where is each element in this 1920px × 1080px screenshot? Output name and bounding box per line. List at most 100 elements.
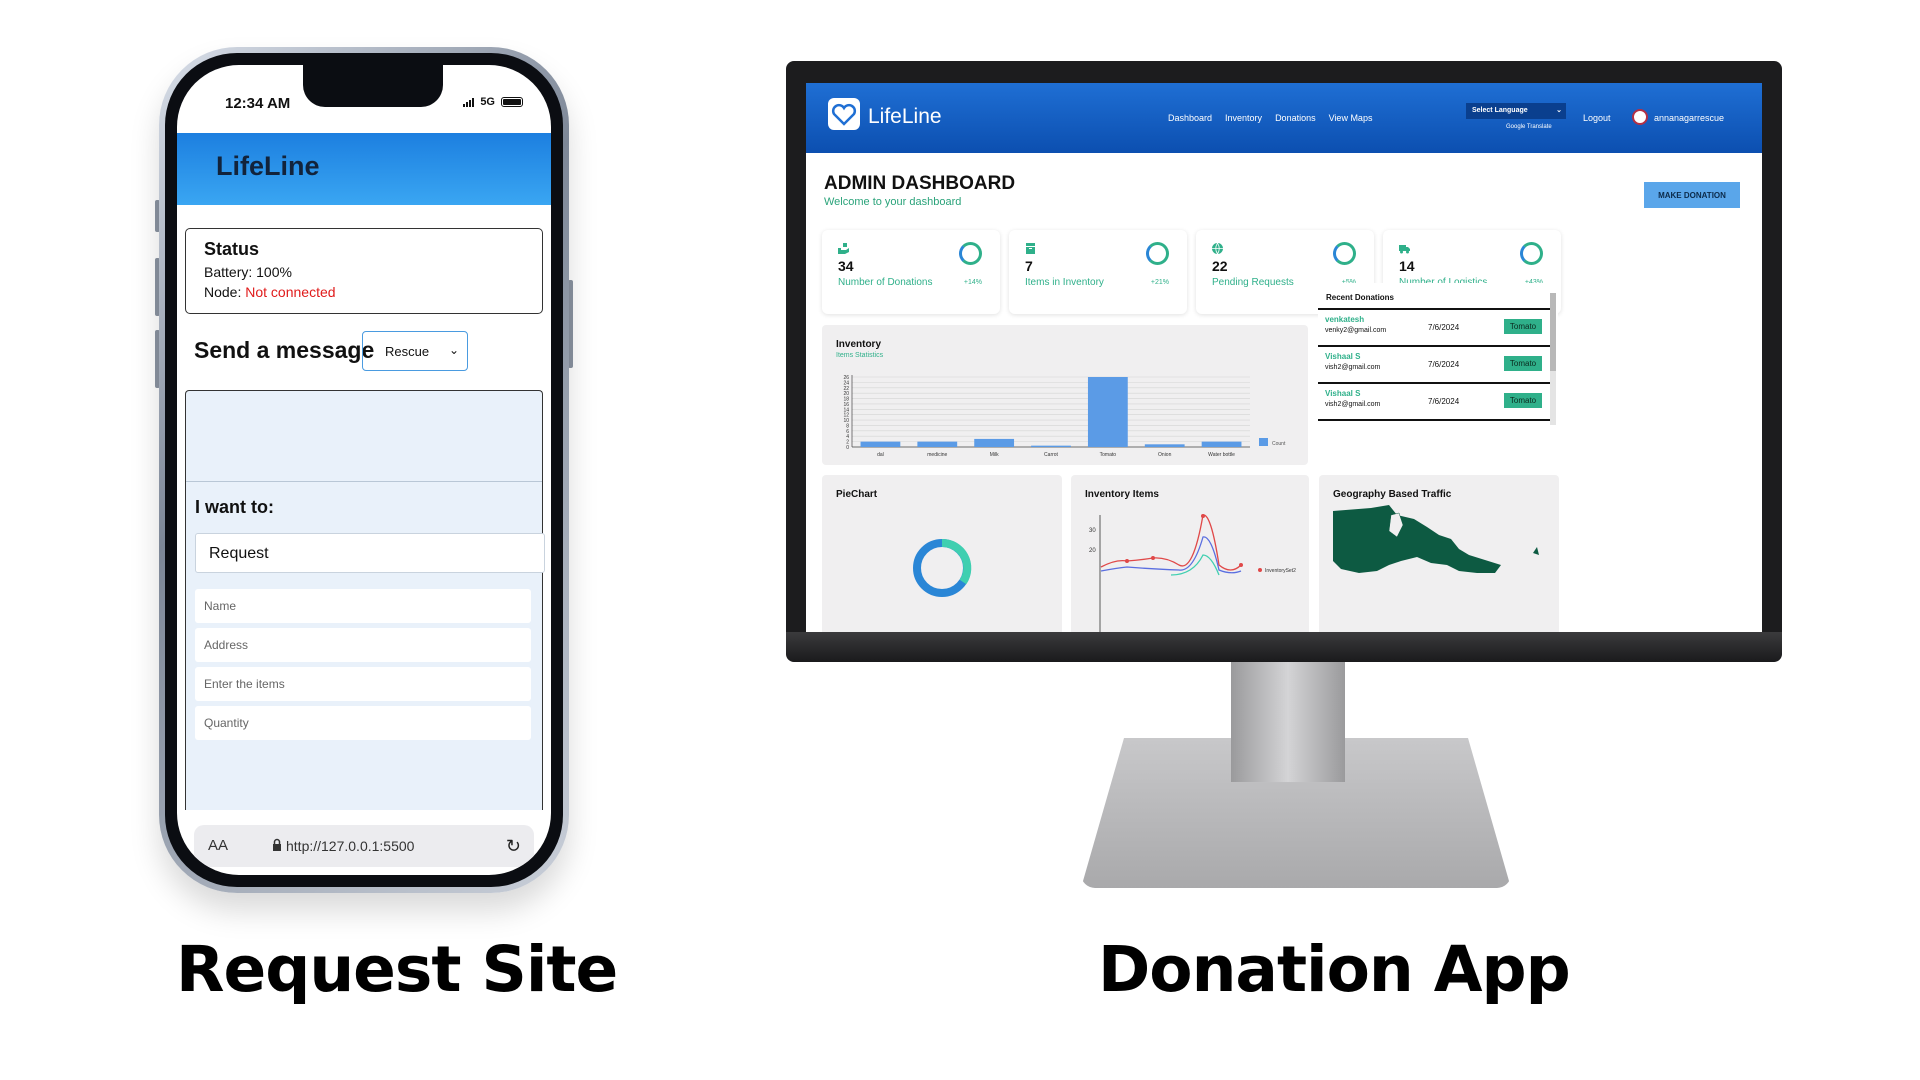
donation-date: 7/6/2024 [1428, 397, 1460, 406]
browser-url-bar[interactable]: AA http://127.0.0.1:5500 ↻ [194, 825, 534, 867]
line-series-blue [1100, 536, 1242, 574]
phone-frame: 12:34 AM 5G LifeLine Status Battery: 100… [159, 47, 569, 893]
y-tick-label: 2 [846, 440, 849, 446]
url-text: http://127.0.0.1:5500 [286, 838, 415, 854]
status-bar-indicators: 5G [463, 96, 523, 108]
x-tick-label: dal [877, 452, 884, 458]
progress-ring [1333, 242, 1356, 265]
y-tick-label: 4 [846, 434, 849, 440]
make-donation-button[interactable]: MAKE DONATION [1644, 182, 1740, 208]
heart-icon [828, 98, 860, 130]
bar-carrot [1031, 445, 1071, 447]
donor-email: venky2@gmail.com [1325, 327, 1387, 334]
nav-view-maps[interactable]: View Maps [1329, 113, 1373, 123]
x-tick-label: Tomato [1100, 452, 1117, 458]
network-label: 5G [480, 96, 495, 108]
inventory-line-chart: 30 20 InventorySet2 [1089, 514, 1296, 632]
y-tick-label: 18 [843, 397, 849, 403]
status-card: Status Battery: 100% Node: Not connected [185, 228, 543, 314]
form-divider [186, 481, 542, 482]
table-row[interactable]: venkatesh venky2@gmail.com 7/6/2024 Toma… [1318, 308, 1550, 345]
status-title: Status [204, 239, 260, 259]
table-row[interactable]: Vishaal S vish2@gmail.com 7/6/2024 Tomat… [1318, 382, 1550, 419]
stat-label: Items in Inventory [1025, 277, 1104, 288]
legend-label: InventorySet2 [1265, 568, 1296, 574]
y-tick-label: 8 [846, 423, 849, 429]
geography-panel: Geography Based Traffic [1319, 475, 1559, 632]
stat-label: Pending Requests [1212, 277, 1294, 288]
phone-notch [303, 65, 443, 107]
map-region [1333, 505, 1501, 573]
dashboard-navbar: LifeLine Dashboard Inventory Donations V… [806, 83, 1762, 153]
stage: 12:34 AM 5G LifeLine Status Battery: 100… [0, 0, 1920, 1080]
progress-ring [959, 242, 982, 265]
line-series-red [1100, 514, 1242, 571]
request-form: I want to: Request Name Address Enter th… [185, 390, 545, 810]
stat-label: Number of Donations [838, 277, 933, 288]
lock-icon [273, 838, 281, 851]
name-input[interactable]: Name [195, 589, 531, 623]
progress-ring [1146, 242, 1169, 265]
legend-swatch [1259, 438, 1268, 446]
x-tick-label: medicine [927, 452, 947, 458]
y-tick-label: 20 [1089, 548, 1096, 554]
truck-icon [1399, 245, 1410, 254]
dashboard-logo[interactable]: LifeLine [868, 105, 942, 129]
inventory-chart-panel: Inventory Items Statistics 0 2 4 6 8 10 12 14 16… [822, 325, 1308, 465]
dashboard-screen: LifeLine Dashboard Inventory Donations V… [806, 83, 1762, 632]
node-value: Not connected [245, 284, 336, 300]
progress-ring [1520, 242, 1543, 265]
item-badge: Tomato [1504, 356, 1542, 371]
battery-status: Battery: 100% [204, 264, 292, 280]
recent-donations-scrollbar[interactable] [1550, 293, 1556, 425]
nav-inventory[interactable]: Inventory [1225, 113, 1262, 123]
y-tick-label: 12 [843, 413, 849, 419]
globe-icon [1212, 243, 1223, 254]
recent-donations-title: Recent Donations [1326, 293, 1395, 302]
quantity-input[interactable]: Quantity [195, 706, 531, 740]
chevron-down-icon: ⌄ [448, 343, 459, 357]
send-message-title: Send a message [194, 337, 375, 363]
stat-value: 14 [1399, 258, 1415, 274]
request-type-select[interactable]: Request [195, 533, 545, 573]
app-title: LifeLine [216, 151, 320, 181]
page-subtitle: Welcome to your dashboard [824, 196, 962, 208]
text-size-button[interactable]: AA [208, 837, 228, 854]
y-tick-label: 20 [843, 391, 849, 397]
avatar[interactable] [1632, 109, 1648, 125]
nav-dashboard[interactable]: Dashboard [1168, 113, 1212, 123]
phone-screen: 12:34 AM 5G LifeLine Status Battery: 100… [177, 65, 551, 875]
donor-name: venkatesh [1325, 315, 1365, 324]
y-tick-label: 10 [843, 418, 849, 424]
stat-change: +14% [963, 279, 982, 286]
donor-email: vish2@gmail.com [1325, 364, 1381, 371]
inventory-bar-chart: 02468101214161820222426dal medicine Milk Ca… [843, 375, 1286, 458]
y-tick-label: 6 [846, 429, 849, 435]
message-type-value: Rescue [385, 344, 430, 359]
inventory-items-panel: Inventory Items 30 20 InventorySet2 [1071, 475, 1309, 632]
address-input[interactable]: Address [195, 628, 531, 662]
phone-bezel: 12:34 AM 5G LifeLine Status Battery: 100… [165, 53, 563, 887]
page-title: ADMIN DASHBOARD [824, 173, 1016, 194]
items-input[interactable]: Enter the items [195, 667, 531, 701]
bar-water-bottle [1201, 441, 1242, 447]
want-label: I want to: [195, 497, 274, 517]
item-badge: Tomato [1504, 393, 1542, 408]
nav-links: Dashboard Inventory Donations View Maps [1168, 113, 1372, 123]
monitor-chin [786, 632, 1782, 662]
language-select[interactable]: Select Language ⌄ [1466, 103, 1566, 119]
bar-dal [860, 441, 901, 447]
signal-icon [463, 97, 475, 107]
donor-email: vish2@gmail.com [1325, 401, 1381, 408]
x-tick-label: Onion [1158, 452, 1172, 458]
nav-donations[interactable]: Donations [1275, 113, 1316, 123]
table-row[interactable]: Vishaal S vish2@gmail.com 7/6/2024 Tomat… [1318, 345, 1550, 382]
stat-value: 22 [1212, 258, 1228, 274]
bar-milk [974, 438, 1015, 447]
message-type-select[interactable]: Rescue ⌄ [362, 331, 468, 371]
chevron-down-icon: ⌄ [1556, 107, 1562, 114]
scrollbar-thumb[interactable] [1550, 293, 1556, 371]
logout-link[interactable]: Logout [1583, 113, 1611, 123]
y-tick-label: 24 [843, 380, 849, 386]
reload-icon[interactable]: ↻ [506, 836, 521, 857]
